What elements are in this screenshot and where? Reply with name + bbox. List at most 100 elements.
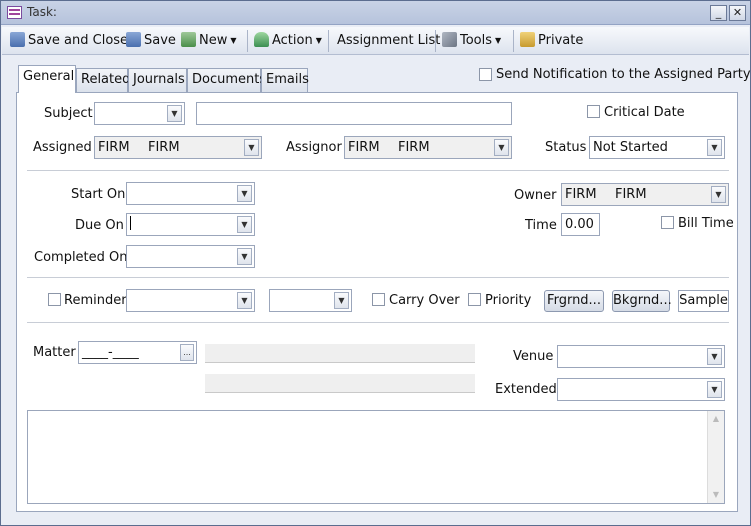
action-button[interactable]: Action ▼ (254, 31, 322, 51)
critical-date-checkbox[interactable] (587, 105, 600, 118)
save-button[interactable]: Save (126, 31, 176, 51)
minimize-icon[interactable]: _ (710, 5, 727, 21)
new-item-icon (181, 32, 196, 47)
subject-type-select[interactable]: ▼ (94, 102, 185, 125)
matter-browse-button[interactable]: ... (180, 344, 194, 361)
chevron-down-icon[interactable]: ▼ (237, 216, 252, 233)
completed-on-date[interactable]: ▼ (126, 245, 255, 268)
chevron-down-icon[interactable]: ▼ (167, 105, 182, 122)
venue-label: Venue (513, 349, 554, 364)
chevron-down-icon[interactable]: ▼ (494, 139, 509, 156)
owner-label: Owner (514, 188, 557, 203)
assignment-list-button[interactable]: Assignment List (337, 31, 440, 51)
matter-description-line (205, 374, 475, 393)
tab-general[interactable]: General (18, 65, 76, 93)
task-app-icon (7, 6, 22, 19)
reminder-label: Reminder (64, 293, 127, 308)
close-icon[interactable]: ✕ (729, 5, 746, 21)
time-value: 0.00 (565, 217, 594, 232)
tab-related[interactable]: Related (76, 68, 130, 92)
tab-journals[interactable]: Journals (128, 68, 187, 92)
assignor-name: FIRM (398, 140, 430, 155)
flask-icon (254, 32, 269, 47)
chevron-down-icon: ▼ (495, 36, 502, 45)
reminder-checkbox[interactable] (48, 293, 61, 306)
time-input[interactable]: 0.00 (561, 213, 600, 236)
matter-input[interactable]: ____-____ ... (78, 341, 197, 364)
subject-input[interactable] (196, 102, 512, 125)
chevron-down-icon[interactable]: ▼ (707, 348, 722, 365)
assigned-code: FIRM (98, 140, 130, 155)
private-label: Private (538, 33, 584, 48)
send-notification-checkbox[interactable] (479, 68, 492, 81)
venue-select[interactable]: ▼ (557, 345, 725, 368)
scroll-up-icon[interactable]: ▲ (708, 411, 724, 427)
carry-over-label: Carry Over (389, 293, 460, 308)
tab-documents[interactable]: Documents (187, 68, 266, 92)
owner-code: FIRM (565, 187, 597, 202)
save-and-close-label: Save and Close (28, 33, 129, 48)
assignor-select[interactable]: FIRM FIRM ▼ (344, 136, 512, 159)
chevron-down-icon[interactable]: ▼ (711, 186, 726, 203)
owner-select[interactable]: FIRM FIRM ▼ (561, 183, 729, 206)
reminder-date[interactable]: ▼ (126, 289, 255, 312)
tools-icon (442, 32, 457, 47)
private-button[interactable]: Private (520, 31, 583, 51)
floppy-disk-icon (10, 32, 25, 47)
divider (27, 170, 729, 171)
tools-label: Tools (460, 33, 493, 48)
new-button[interactable]: New ▼ (181, 31, 237, 51)
foreground-color-button[interactable]: Frgrnd... (544, 290, 604, 312)
toolbar-separator (513, 30, 514, 52)
priority-checkbox[interactable] (468, 293, 481, 306)
reminder-time[interactable]: ▼ (269, 289, 352, 312)
notes-textarea[interactable]: ▲ ▼ (27, 410, 725, 504)
chevron-down-icon[interactable]: ▼ (244, 139, 259, 156)
extended-select[interactable]: ▼ (557, 378, 725, 401)
due-on-label: Due On (75, 218, 124, 233)
tools-button[interactable]: Tools ▼ (442, 31, 501, 51)
matter-label: Matter (33, 345, 76, 360)
assigned-select[interactable]: FIRM FIRM ▼ (94, 136, 262, 159)
time-label: Time (525, 218, 557, 233)
assignor-label: Assignor (286, 140, 342, 155)
start-on-label: Start On (71, 187, 126, 202)
critical-date-label: Critical Date (604, 105, 685, 120)
toolbar: Save and Close Save New ▼ Action ▼ Assignm… (2, 27, 749, 55)
matter-value: ____-____ (82, 345, 139, 360)
divider (27, 277, 729, 278)
owner-name: FIRM (615, 187, 647, 202)
color-sample: Sample (678, 290, 729, 312)
start-on-date[interactable]: ▼ (126, 182, 255, 205)
subject-label: Subject (44, 106, 93, 121)
tab-emails[interactable]: Emails (261, 68, 309, 92)
assigned-name: FIRM (148, 140, 180, 155)
chevron-down-icon[interactable]: ▼ (237, 292, 252, 309)
assignor-code: FIRM (348, 140, 380, 155)
due-on-date[interactable]: ▼ (126, 213, 255, 236)
status-select[interactable]: Not Started ▼ (589, 136, 725, 159)
general-panel: Subject ▼ Critical Date Assigned FIRM FI… (16, 92, 738, 512)
status-value: Not Started (593, 140, 668, 155)
scroll-down-icon[interactable]: ▼ (708, 487, 724, 503)
chevron-down-icon[interactable]: ▼ (237, 185, 252, 202)
new-label: New (199, 33, 228, 48)
completed-on-label: Completed On (34, 250, 128, 265)
window-title: Task: (27, 5, 57, 19)
chevron-down-icon[interactable]: ▼ (707, 139, 722, 156)
chevron-down-icon[interactable]: ▼ (334, 292, 349, 309)
save-and-close-button[interactable]: Save and Close (10, 31, 128, 51)
assigned-label: Assigned (33, 140, 92, 155)
background-color-button[interactable]: Bkgrnd... (612, 290, 672, 312)
lock-icon (520, 32, 535, 47)
bill-time-checkbox[interactable] (661, 216, 674, 229)
bill-time-label: Bill Time (678, 216, 734, 231)
send-notification-label: Send Notification to the Assigned Party (496, 67, 751, 82)
matter-description-line (205, 344, 475, 363)
divider (27, 322, 729, 323)
chevron-down-icon[interactable]: ▼ (237, 248, 252, 265)
assignment-list-label: Assignment List (337, 33, 441, 48)
notes-scrollbar[interactable]: ▲ ▼ (707, 411, 724, 503)
carry-over-checkbox[interactable] (372, 293, 385, 306)
chevron-down-icon[interactable]: ▼ (707, 381, 722, 398)
